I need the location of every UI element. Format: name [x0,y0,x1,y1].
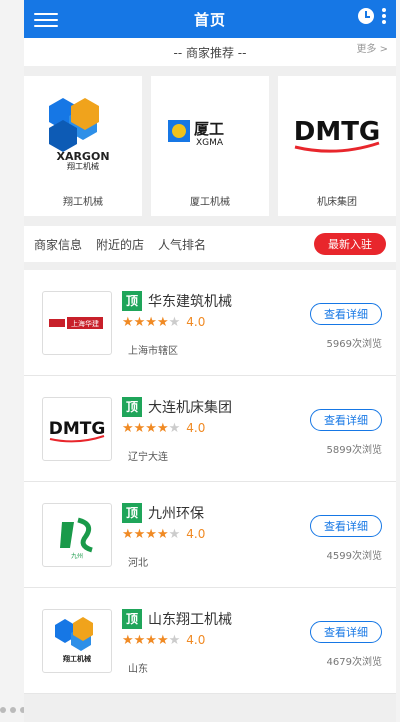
merchant-location: 河北 [128,557,148,569]
view-count: 5969次浏览 [326,339,382,350]
merchant-location: 山东 [128,663,148,675]
brand-carousel: XARGON 翔工机械 翔工机械 厦工 XGMA 厦工机械 DMTG 机床集团 [24,66,396,226]
page-title: 首页 [193,10,226,29]
merchant-logo: 上海华建 [42,290,112,355]
top-badge: 顶 [122,502,142,523]
view-detail-button[interactable]: 查看详细 [310,515,382,537]
merchant-logo: 翔工机械 [42,608,112,673]
svg-text:九州: 九州 [71,552,83,560]
merchant-logo: 九州 [42,502,112,567]
merchant-tabs: 商家信息 附近的店 人气排名 最新入驻 [24,226,396,262]
brand-name: 机床集团 [317,197,357,208]
view-detail-button[interactable]: 查看详细 [310,621,382,643]
rating-value: 4.0 [186,421,206,435]
svg-text:厦工: 厦工 [194,120,224,138]
clock-icon[interactable] [358,8,374,24]
tab-merchant-info[interactable]: 商家信息 [34,236,82,253]
rating-value: 4.0 [186,315,206,329]
merchant-location: 辽宁大连 [128,451,168,463]
svg-text:DMTG: DMTG [49,419,106,439]
rating-stars: ★★★★★ [122,632,181,648]
list-item[interactable]: 上海华建 顶 华东建筑机械 ★★★★★ 4.0 上海市辖区 查看详细 5969次… [24,270,396,376]
merchant-location: 上海市辖区 [128,345,178,357]
recommend-title: -- 商家推荐 -- [173,45,247,60]
recommend-more-link[interactable]: 更多 > [356,40,388,55]
view-count: 4599次浏览 [326,551,382,562]
merchant-name: 九州环保 [148,505,204,522]
merchant-name: 山东翔工机械 [148,611,232,628]
top-right-actions [358,8,386,24]
top-badge: 顶 [122,396,142,417]
brand-card-xargon[interactable]: XARGON 翔工机械 翔工机械 [24,76,142,216]
menu-icon[interactable] [34,9,58,29]
brand-card-xgma[interactable]: 厦工 XGMA 厦工机械 [151,76,269,216]
svg-text:上海华建: 上海华建 [71,319,99,328]
rating-stars: ★★★★★ [122,526,181,542]
rating-stars: ★★★★★ [122,420,181,436]
merchant-name: 华东建筑机械 [148,293,232,310]
xgma-logo-icon: 厦工 XGMA [155,92,265,172]
brand-name: 翔工机械 [63,197,103,208]
svg-text:翔工机械: 翔工机械 [62,654,91,663]
phone-screen: 首页 -- 商家推荐 -- 更多 > XARGON 翔工机械 翔工机械 厦工 X… [24,0,396,722]
top-bar: 首页 [24,0,396,38]
svg-text:XGMA: XGMA [196,138,224,148]
view-count: 5899次浏览 [326,445,382,456]
top-badge: 顶 [122,608,142,629]
view-count: 4679次浏览 [326,657,382,668]
rating-stars: ★★★★★ [122,314,181,330]
recommend-header: -- 商家推荐 -- 更多 > [24,38,396,66]
svg-text:DMTG: DMTG [294,117,381,147]
merchant-list: 上海华建 顶 华东建筑机械 ★★★★★ 4.0 上海市辖区 查看详细 5969次… [24,270,396,694]
list-item[interactable]: 翔工机械 顶 山东翔工机械 ★★★★★ 4.0 山东 查看详细 4679次浏览 [24,588,396,694]
merchant-logo: DMTG [42,396,112,461]
svg-text:翔工机械: 翔工机械 [67,161,99,170]
dmtg-logo-icon: DMTG [282,92,392,172]
more-vertical-icon[interactable] [382,8,386,24]
top-badge: 顶 [122,290,142,311]
brand-card-dmtg[interactable]: DMTG 机床集团 [278,76,396,216]
tab-popularity[interactable]: 人气排名 [158,236,206,253]
page-indicator [0,707,26,713]
newest-badge-button[interactable]: 最新入驻 [314,233,386,255]
tab-nearby[interactable]: 附近的店 [96,236,144,253]
view-detail-button[interactable]: 查看详细 [310,409,382,431]
merchant-name: 大连机床集团 [148,399,232,416]
rating-value: 4.0 [186,633,206,647]
xargon-logo-icon: XARGON 翔工机械 [28,92,138,172]
brand-name: 厦工机械 [190,197,230,208]
list-item[interactable]: DMTG 顶 大连机床集团 ★★★★★ 4.0 辽宁大连 查看详细 5899次浏… [24,376,396,482]
rating-value: 4.0 [186,527,206,541]
list-item[interactable]: 九州 顶 九州环保 ★★★★★ 4.0 河北 查看详细 4599次浏览 [24,482,396,588]
view-detail-button[interactable]: 查看详细 [310,303,382,325]
